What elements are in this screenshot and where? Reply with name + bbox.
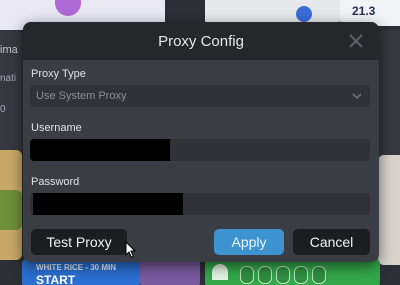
background-mini-tile [294,266,308,284]
redacted-value [30,139,170,161]
dialog-title: Proxy Config [158,33,244,50]
proxy-type-label: Proxy Type [31,68,86,80]
gauge-icon [212,264,228,280]
proxy-type-select[interactable]: Use System Proxy [30,85,370,107]
proxy-config-dialog: Proxy Config Proxy Type Use System Proxy… [23,22,379,262]
password-label: Password [31,176,80,188]
redacted-value [33,193,183,215]
background-mini-tile [240,266,254,284]
password-input[interactable] [30,193,370,215]
background-text: nati [0,73,17,84]
background-image [378,155,400,265]
apply-button[interactable]: Apply [214,229,284,255]
background-mini-tile [312,266,326,284]
test-proxy-button[interactable]: Test Proxy [31,229,127,255]
close-button[interactable] [345,30,367,52]
username-input[interactable] [30,139,370,161]
proxy-type-value: Use System Proxy [36,90,127,102]
background-text: ima [0,44,18,56]
background-chart-value: 21.3 [352,4,376,18]
chevron-down-icon [352,93,362,100]
background-card [205,258,380,285]
username-label: Username [31,122,82,134]
background-card [140,258,200,285]
dialog-header: Proxy Config [23,22,379,60]
background-mini-tile [276,266,290,284]
close-icon [349,34,363,48]
background-image [0,190,22,230]
background-badge [296,6,312,22]
background-tile-title: START [36,273,76,285]
mouse-pointer-icon [125,241,137,259]
cancel-button[interactable]: Cancel [293,229,370,255]
background-text: 0 [0,104,6,115]
background-tile-subtitle: WHITE RICE - 30 MIN [36,263,117,272]
background-mini-tile [258,266,272,284]
